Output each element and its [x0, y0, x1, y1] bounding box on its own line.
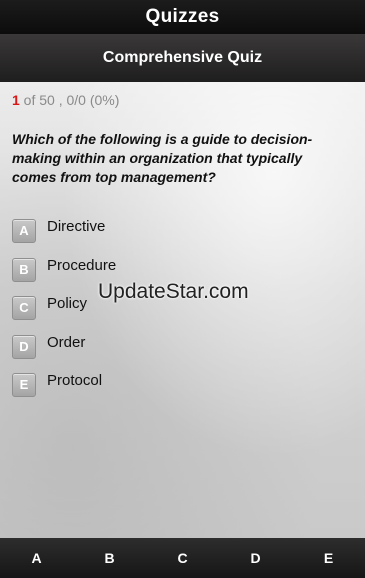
quiz-content: 1 of 50 , 0/0 (0%) Which of the followin… [0, 82, 365, 538]
option-letter-d[interactable]: D [12, 334, 36, 359]
option-a[interactable]: A Directive [12, 217, 342, 256]
quiz-header: Comprehensive Quiz [0, 34, 365, 82]
option-label-c[interactable]: Policy [47, 295, 87, 312]
progress-summary: of 50 , 0/0 (0%) [19, 92, 120, 108]
option-letter-b[interactable]: B [12, 257, 36, 282]
current-question-number: 1 [12, 92, 20, 108]
app-title: Quizzes [145, 6, 220, 27]
answer-button-e[interactable]: E [292, 538, 365, 578]
option-label-e[interactable]: Protocol [47, 372, 102, 389]
answer-button-a[interactable]: A [0, 538, 73, 578]
option-d[interactable]: D Order [12, 333, 342, 372]
answer-button-c[interactable]: C [146, 538, 219, 578]
answer-button-d[interactable]: D [219, 538, 292, 578]
question-text: Which of the following is a guide to dec… [12, 131, 313, 185]
option-letter-a[interactable]: A [12, 219, 36, 243]
app-title-bar: Quizzes [0, 0, 365, 34]
watermark: UpdateStar.com [98, 280, 249, 303]
answer-button-b[interactable]: B [73, 538, 146, 578]
progress-indicator: 1 of 50 , 0/0 (0%) [12, 92, 119, 108]
option-label-d[interactable]: Order [47, 334, 85, 351]
answer-options: A Directive B Procedure C Policy D Order… [12, 217, 342, 410]
option-label-a[interactable]: Directive [47, 218, 105, 235]
answer-button-bar: A B C D E [0, 538, 365, 578]
option-letter-c[interactable]: C [12, 296, 36, 320]
option-letter-e[interactable]: E [12, 373, 36, 397]
quiz-title: Comprehensive Quiz [102, 49, 263, 66]
option-label-b[interactable]: Procedure [47, 257, 116, 274]
option-e[interactable]: E Protocol [12, 371, 342, 410]
